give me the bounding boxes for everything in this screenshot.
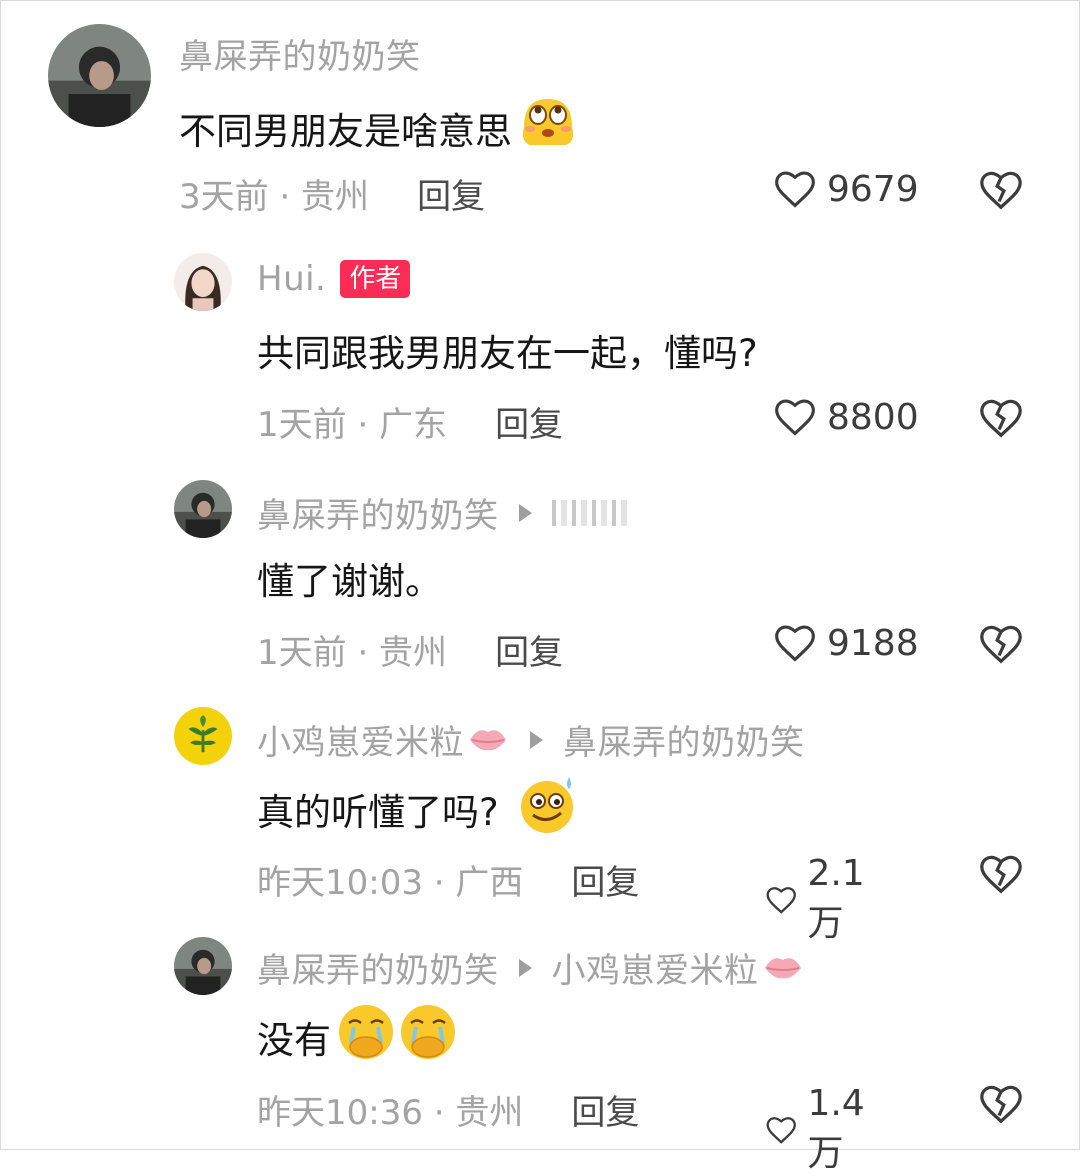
lips-icon [466, 720, 510, 760]
reply-button[interactable]: 回复 [571, 1085, 639, 1134]
heart-icon [775, 399, 815, 436]
dislike-button[interactable] [977, 1081, 1025, 1131]
crying-hands-over-mouth-emoji-icon [335, 1001, 459, 1072]
like-button[interactable]: 9188 [773, 621, 919, 665]
heart-icon [775, 171, 815, 208]
reply-button[interactable]: 回复 [495, 625, 563, 674]
reply-arrow-icon [530, 730, 543, 749]
timestamp-location: 1天前 · 贵州 [257, 633, 448, 673]
avatar[interactable] [174, 707, 232, 765]
dislike-button[interactable] [977, 851, 1025, 901]
username[interactable]: 鼻屎弄的奶奶笑 [179, 29, 421, 78]
like-count: 2.1万 [807, 853, 865, 944]
rolling-eyes-melting-emoji-icon [516, 91, 580, 164]
comment-text: 共同跟我男朋友在一起，懂吗? [257, 332, 758, 375]
timestamp-location: 3天前 · 贵州 [179, 177, 370, 217]
avatar[interactable] [174, 937, 232, 995]
comment-text: 没有 [257, 1018, 331, 1062]
username[interactable]: Hui. [257, 259, 326, 299]
timestamp-location: 昨天10:36 · 贵州 [257, 1093, 524, 1133]
heart-icon [775, 625, 815, 662]
like-count: 9679 [827, 168, 919, 210]
timestamp-location: 昨天10:03 · 广西 [257, 863, 524, 903]
username[interactable]: 鼻屎弄的奶奶笑 [257, 488, 499, 537]
lips-icon [761, 948, 805, 988]
like-button[interactable]: 2.1万 [765, 853, 876, 946]
like-button[interactable]: 1.4万 [765, 1083, 876, 1176]
like-button[interactable]: 9679 [773, 167, 919, 211]
reply-target-username[interactable]: 鼻屎弄的奶奶笑 [563, 715, 805, 764]
like-button[interactable]: 8800 [773, 395, 919, 439]
like-count: 8800 [827, 396, 919, 438]
avatar[interactable] [174, 253, 232, 311]
broken-heart-icon [980, 399, 1022, 438]
author-badge: 作者 [340, 260, 411, 298]
obscured-username [551, 499, 627, 526]
dislike-button[interactable] [977, 395, 1025, 445]
comment-text: 真的听懂了吗? [257, 790, 499, 834]
reply-arrow-icon [518, 958, 532, 977]
reply-button[interactable]: 回复 [417, 169, 485, 218]
reply-button[interactable]: 回复 [571, 855, 639, 904]
dislike-button[interactable] [977, 167, 1025, 217]
heart-icon [766, 886, 796, 914]
sweat-smile-emoji-icon [517, 773, 579, 844]
broken-heart-icon [980, 1085, 1022, 1124]
reply-arrow-icon [518, 503, 532, 522]
username[interactable]: 鼻屎弄的奶奶笑 [257, 943, 499, 992]
reply-button[interactable]: 回复 [495, 397, 563, 446]
like-count: 9188 [827, 622, 919, 664]
comment-text: 懂了谢谢。 [257, 560, 442, 603]
comment-text: 不同男朋友是啥意思 [179, 109, 512, 153]
broken-heart-icon [980, 171, 1022, 210]
heart-icon [766, 1116, 796, 1144]
broken-heart-icon [980, 855, 1022, 894]
avatar[interactable] [48, 24, 151, 127]
timestamp-location: 1天前 · 广东 [257, 405, 448, 445]
dislike-button[interactable] [977, 621, 1025, 671]
avatar[interactable] [174, 480, 232, 538]
reply-target-username[interactable]: 小鸡崽爱米粒 [552, 943, 759, 992]
username[interactable]: 小鸡崽爱米粒 [257, 715, 464, 764]
like-count: 1.4万 [807, 1083, 865, 1174]
broken-heart-icon [980, 625, 1022, 664]
